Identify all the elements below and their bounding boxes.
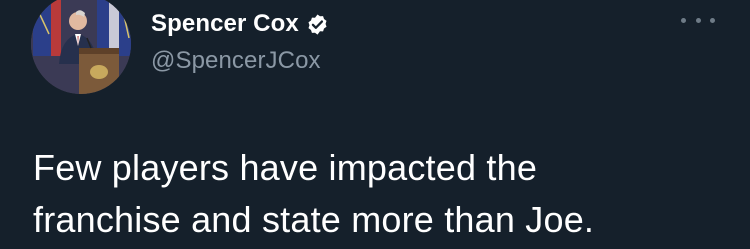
name-row: Spencer Cox [151,7,329,41]
author-display-name[interactable]: Spencer Cox [151,10,299,38]
more-horizontal-icon[interactable] [681,13,715,27]
tweet-text: Few players have impacted the franchise … [33,142,733,246]
tweet-text-line: franchise and state more than Joe. [33,199,595,240]
more-dot [695,17,701,23]
more-dot [710,17,715,23]
tweet: Spencer Cox @SpencerJCox Few players hav… [0,0,750,249]
avatar[interactable] [31,0,131,94]
author-handle[interactable]: @SpencerJCox [151,47,329,75]
tweet-text-line: Few players have impacted the [33,147,538,188]
more-dot [681,17,686,23]
verified-badge-icon [306,13,329,36]
avatar-image [31,0,131,94]
author-block: Spencer Cox @SpencerJCox [151,7,329,75]
